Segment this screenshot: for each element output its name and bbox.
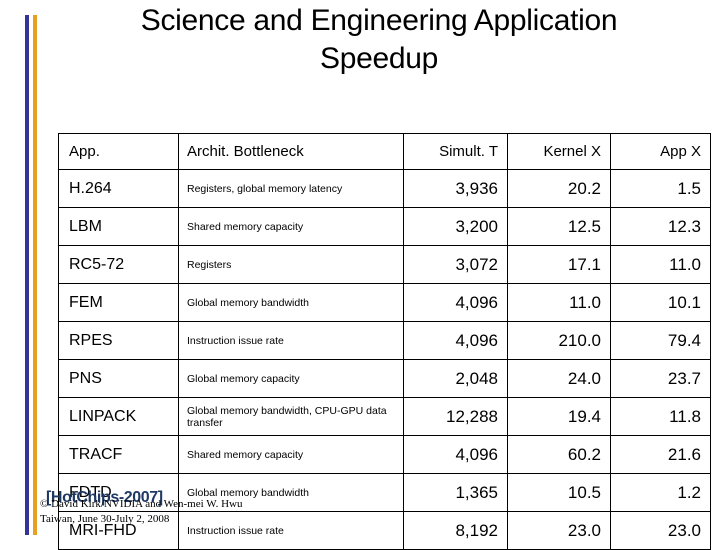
cell-kernel-x: 210.0 (507, 321, 611, 360)
cell-simult-t: 3,936 (403, 169, 508, 208)
cell-app: TRACF (58, 435, 179, 474)
cell-app-x: 12.3 (610, 207, 711, 246)
speedup-table-container: App. Archit. Bottleneck Simult. T Kernel… (58, 133, 711, 550)
cell-bottleneck: Instruction issue rate (178, 511, 404, 550)
cell-app-x: 23.7 (610, 359, 711, 398)
cell-app-x: 10.1 (610, 283, 711, 322)
table-header-row: App. Archit. Bottleneck Simult. T Kernel… (58, 133, 711, 170)
cell-bottleneck: Registers, global memory latency (178, 169, 404, 208)
cell-bottleneck: Registers (178, 245, 404, 284)
cell-kernel-x: 10.5 (507, 473, 611, 512)
column-header-bottleneck: Archit. Bottleneck (178, 133, 404, 170)
cell-app-x: 11.0 (610, 245, 711, 284)
cell-app: PNS (58, 359, 179, 398)
accent-bar-blue (25, 15, 29, 535)
accent-bars (25, 15, 39, 535)
table-row: RPES Instruction issue rate 4,096 210.0 79.4 (58, 321, 711, 360)
cell-kernel-x: 19.4 (507, 397, 611, 436)
cell-kernel-x: 20.2 (507, 169, 611, 208)
cell-app-x: 11.8 (610, 397, 711, 436)
cell-app: H.264 (58, 169, 179, 208)
cell-app: LBM (58, 207, 179, 246)
column-header-simult-t: Simult. T (403, 133, 508, 170)
table-row: RC5-72 Registers 3,072 17.1 11.0 (58, 245, 711, 284)
cell-simult-t: 3,200 (403, 207, 508, 246)
cell-app: RPES (58, 321, 179, 360)
column-header-kernel-x: Kernel X (507, 133, 611, 170)
cell-app-x: 79.4 (610, 321, 711, 360)
speedup-table: App. Archit. Bottleneck Simult. T Kernel… (58, 133, 711, 550)
cell-app-x: 21.6 (610, 435, 711, 474)
cell-kernel-x: 60.2 (507, 435, 611, 474)
column-header-app-x: App X (610, 133, 711, 170)
table-row: LINPACK Global memory bandwidth, CPU-GPU … (58, 397, 711, 436)
cell-simult-t: 4,096 (403, 435, 508, 474)
cell-app: RC5-72 (58, 245, 179, 284)
cell-bottleneck: Instruction issue rate (178, 321, 404, 360)
cell-simult-t: 3,072 (403, 245, 508, 284)
cell-simult-t: 8,192 (403, 511, 508, 550)
cell-bottleneck: Global memory capacity (178, 359, 404, 398)
cell-app-x: 1.2 (610, 473, 711, 512)
accent-bar-orange (33, 15, 37, 535)
table-row: TRACF Shared memory capacity 4,096 60.2 21.6 (58, 435, 711, 474)
cell-app-x: 23.0 (610, 511, 711, 550)
cell-simult-t: 4,096 (403, 283, 508, 322)
cell-simult-t: 1,365 (403, 473, 508, 512)
table-row: LBM Shared memory capacity 3,200 12.5 12.3 (58, 207, 711, 246)
footer-credit: © David Kirk/NVIDIA and Wen-mei W. Hwu (40, 498, 243, 510)
cell-app-x: 1.5 (610, 169, 711, 208)
cell-simult-t: 12,288 (403, 397, 508, 436)
cell-app: FEM (58, 283, 179, 322)
cell-simult-t: 2,048 (403, 359, 508, 398)
cell-app: LINPACK (58, 397, 179, 436)
cell-simult-t: 4,096 (403, 321, 508, 360)
table-row: PNS Global memory capacity 2,048 24.0 23.7 (58, 359, 711, 398)
table-row: H.264 Registers, global memory latency 3,9… (58, 169, 711, 208)
cell-kernel-x: 12.5 (507, 207, 611, 246)
cell-kernel-x: 17.1 (507, 245, 611, 284)
cell-kernel-x: 24.0 (507, 359, 611, 398)
cell-bottleneck: Shared memory capacity (178, 207, 404, 246)
footer-venue: Taiwan, June 30-July 2, 2008 (40, 513, 170, 525)
cell-bottleneck: Global memory bandwidth, CPU-GPU data tr… (178, 397, 404, 436)
table-row: FEM Global memory bandwidth 4,096 11.0 10.1 (58, 283, 711, 322)
cell-bottleneck: Shared memory capacity (178, 435, 404, 474)
cell-kernel-x: 11.0 (507, 283, 611, 322)
cell-bottleneck: Global memory bandwidth (178, 283, 404, 322)
cell-kernel-x: 23.0 (507, 511, 611, 550)
column-header-app: App. (58, 133, 179, 170)
page-title: Science and Engineering Application Spee… (140, 4, 618, 75)
